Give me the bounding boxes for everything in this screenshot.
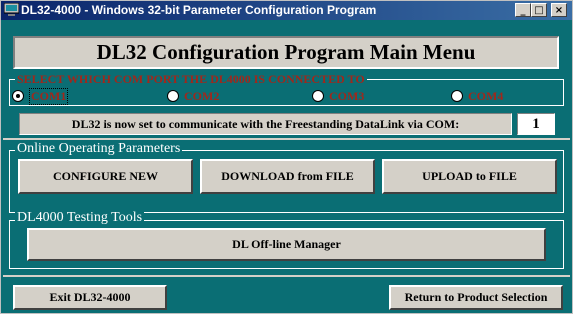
upload-to-file-button[interactable]: UPLOAD to FILE (382, 159, 557, 194)
exit-button[interactable]: Exit DL32-4000 (13, 285, 167, 310)
radio-unselected-icon (167, 90, 179, 102)
maximize-button[interactable]: □ (531, 3, 547, 17)
radio-com4-label: COM4 (468, 88, 504, 103)
main-window: DL32-4000 - Windows 32-bit Parameter Con… (0, 0, 573, 314)
radio-com1-label: COM1 (29, 87, 69, 105)
download-from-file-button[interactable]: DOWNLOAD from FILE (200, 159, 375, 194)
radio-com1[interactable]: COM1 (12, 87, 69, 105)
divider (3, 138, 570, 140)
com-status-panel: DL32 is now set to communicate with the … (19, 113, 512, 135)
window-title: DL32-4000 - Windows 32-bit Parameter Con… (21, 3, 377, 17)
radio-unselected-icon (312, 90, 324, 102)
com-status-text: DL32 is now set to communicate with the … (71, 116, 460, 131)
radio-com2-label: COM2 (184, 88, 220, 103)
return-to-product-selection-button[interactable]: Return to Product Selection (389, 285, 563, 310)
title-bar[interactable]: DL32-4000 - Windows 32-bit Parameter Con… (1, 1, 572, 20)
testing-tools-label: DL4000 Testing Tools (15, 210, 145, 225)
app-icon (4, 3, 19, 16)
radio-com2[interactable]: COM2 (167, 88, 219, 104)
minimize-button[interactable]: _ (515, 3, 531, 17)
configure-new-button[interactable]: CONFIGURE NEW (18, 159, 193, 194)
radio-com3-label: COM3 (329, 88, 365, 103)
main-title-panel: DL32 Configuration Program Main Menu (13, 36, 559, 69)
offline-manager-button[interactable]: DL Off-line Manager (27, 228, 546, 261)
radio-selected-icon (12, 90, 24, 102)
divider (3, 275, 570, 277)
main-title: DL32 Configuration Program Main Menu (96, 40, 476, 64)
online-params-label: Online Operating Parameters (15, 141, 183, 156)
close-button[interactable]: × (551, 3, 567, 17)
radio-com3[interactable]: COM3 (312, 88, 364, 104)
com-port-label: SELECT WHICH COM PORT THE DL4000 IS CONN… (15, 72, 367, 86)
com-port-value: 1 (517, 113, 555, 135)
radio-unselected-icon (451, 90, 463, 102)
radio-com4[interactable]: COM4 (451, 88, 503, 104)
